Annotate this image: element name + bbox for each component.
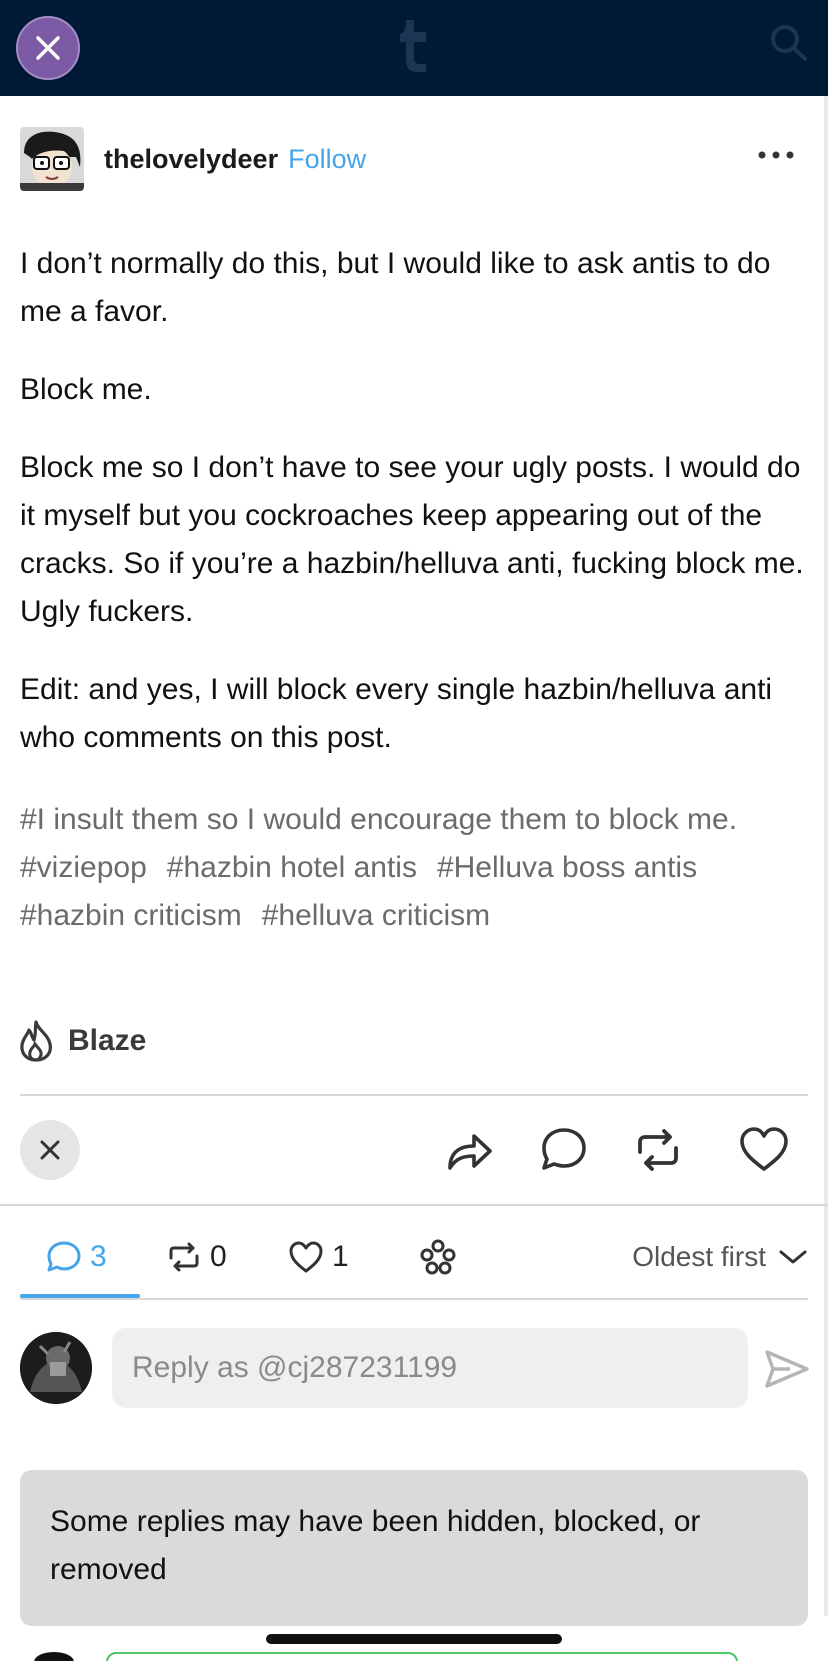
- post-paragraph: Block me.: [20, 373, 152, 406]
- sort-label: Oldest first: [632, 1241, 766, 1272]
- share-icon[interactable]: [444, 1124, 496, 1176]
- top-bar: [0, 0, 828, 96]
- comment-icon: [47, 1241, 81, 1272]
- close-icon: [36, 36, 60, 60]
- post-body: I don’t normally do this, but I would li…: [20, 240, 810, 792]
- tumblr-logo-icon[interactable]: [398, 18, 430, 72]
- post-paragraph: Block me so I don’t have to see your ugl…: [20, 451, 804, 628]
- post-paragraph: I don’t normally do this, but I would li…: [20, 247, 771, 328]
- next-comment-peek: [106, 1652, 738, 1661]
- notice-text: Some replies may have been hidden, block…: [50, 1505, 701, 1586]
- likes-count: 1: [332, 1240, 349, 1273]
- post-paragraph: Edit: and yes, I will block every single…: [20, 673, 773, 754]
- post-tags: #I insult them so I would encourage them…: [20, 796, 820, 940]
- follow-button[interactable]: Follow: [288, 144, 366, 175]
- tag-link[interactable]: #hazbin hotel antis: [167, 851, 417, 884]
- heart-icon: [289, 1241, 323, 1273]
- reblogs-count: 0: [210, 1240, 227, 1273]
- comment-icon[interactable]: [538, 1124, 590, 1176]
- dismiss-button[interactable]: [20, 1120, 80, 1180]
- search-icon[interactable]: [768, 22, 808, 62]
- notes-tabs: 3 0 1 Oldest first: [20, 1222, 810, 1298]
- home-indicator[interactable]: [266, 1634, 562, 1644]
- tag-link[interactable]: #I insult them so I would encourage them…: [20, 803, 737, 836]
- more-options-icon[interactable]: [756, 145, 796, 165]
- reply-input[interactable]: [112, 1328, 748, 1408]
- post-actions: [20, 1118, 810, 1182]
- reblog-icon[interactable]: [632, 1124, 684, 1176]
- chevron-down-icon: [779, 1250, 807, 1264]
- heart-icon[interactable]: [738, 1124, 790, 1176]
- author-avatar[interactable]: [20, 127, 84, 191]
- tag-link[interactable]: #Helluva boss antis: [437, 851, 697, 884]
- divider: [20, 1298, 808, 1300]
- divider: [0, 1204, 828, 1206]
- divider: [20, 1094, 808, 1096]
- tab-comments[interactable]: 3: [46, 1232, 107, 1282]
- tag-link[interactable]: #viziepop: [20, 851, 147, 884]
- community-icon: [420, 1239, 456, 1275]
- scrollbar[interactable]: [824, 96, 828, 1616]
- author-username[interactable]: thelovelydeer: [104, 144, 278, 175]
- reblog-icon: [169, 1242, 199, 1272]
- blaze-label: Blaze: [68, 1024, 147, 1057]
- user-avatar[interactable]: [20, 1332, 92, 1404]
- tab-community[interactable]: [418, 1232, 466, 1282]
- flame-icon: [20, 1020, 52, 1062]
- close-button[interactable]: [16, 16, 80, 80]
- tag-link[interactable]: #helluva criticism: [262, 899, 490, 932]
- sort-dropdown[interactable]: Oldest first: [632, 1232, 810, 1282]
- tag-link[interactable]: #hazbin criticism: [20, 899, 242, 932]
- tab-likes[interactable]: 1: [288, 1232, 349, 1282]
- comments-count: 3: [90, 1240, 107, 1273]
- tab-reblogs[interactable]: 0: [166, 1232, 227, 1282]
- next-avatar-peek: [34, 1652, 74, 1661]
- blaze-button[interactable]: Blaze: [18, 1016, 146, 1066]
- send-icon[interactable]: [764, 1348, 810, 1390]
- close-icon: [40, 1140, 60, 1160]
- post-header: thelovelydeer Follow: [20, 127, 810, 191]
- reply-composer: [20, 1328, 810, 1410]
- hidden-replies-notice: Some replies may have been hidden, block…: [20, 1470, 808, 1626]
